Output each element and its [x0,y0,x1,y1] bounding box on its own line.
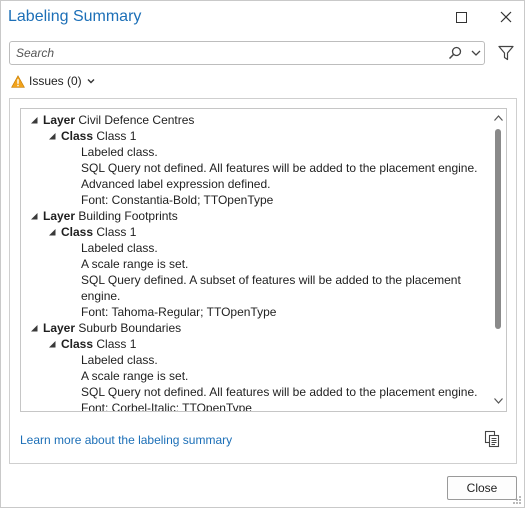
labeling-summary-window: Labeling Summary Issues (0) [0,0,525,508]
search-input[interactable] [10,42,438,64]
detail-text: Labeled class. [81,353,158,367]
detail-text: A scale range is set. [81,369,189,383]
detail-text: SQL Query not defined. All features will… [81,161,478,175]
detail-text: Font: Tahoma-Regular; TTOpenType [81,305,277,319]
close-button[interactable]: Close [447,476,517,500]
filter-icon[interactable] [497,44,515,62]
tree-detail-row: SQL Query not defined. All features will… [21,160,491,176]
maximize-icon [455,11,467,23]
expand-triangle-icon[interactable] [30,324,38,332]
tree-detail-row: Font: Constantia-Bold; TTOpenType [21,192,491,208]
layer-name: Building Footprints [78,209,178,223]
copy-icon[interactable] [483,430,501,448]
tree-class-row: Class Class 1 [21,336,491,352]
close-icon [500,11,512,23]
detail-text: Labeled class. [81,145,158,159]
tree-class-row: Class Class 1 [21,128,491,144]
tree-detail-row: Labeled class. [21,144,491,160]
maximize-button[interactable] [446,5,476,29]
title-bar: Labeling Summary [1,1,524,35]
detail-text: A scale range is set. [81,257,189,271]
tree-detail-row: Labeled class. [21,352,491,368]
tree-layer-row: Layer Civil Defence Centres [21,112,491,128]
expand-triangle-icon[interactable] [30,212,38,220]
expand-triangle-icon[interactable] [48,228,56,236]
tree-detail-row: SQL Query not defined. All features will… [21,384,491,400]
detail-text: Advanced label expression defined. [81,177,271,191]
issues-dropdown[interactable]: Issues (0) [11,72,96,90]
warning-icon [11,74,25,88]
tree-detail-row: Font: Corbel-Italic; TTOpenType [21,400,491,412]
layer-name: Civil Defence Centres [78,113,195,127]
chevron-down-icon [87,79,95,84]
tree-detail-row: engine. [21,288,491,304]
scrollbar-thumb[interactable] [495,129,501,329]
window-title: Labeling Summary [8,8,142,25]
detail-text: Font: Constantia-Bold; TTOpenType [81,193,274,207]
layer-name: Suburb Boundaries [78,321,182,335]
vertical-scrollbar[interactable] [491,109,506,411]
class-name: Class 1 [96,225,137,239]
summary-panel: Layer Civil Defence Centres Class Class 1… [9,98,517,464]
tree-layer-row: Layer Building Footprints [21,208,491,224]
search-icon[interactable] [447,45,463,61]
close-window-button[interactable] [491,5,521,29]
summary-tree: Layer Civil Defence Centres Class Class 1… [20,108,507,412]
search-box [9,41,485,65]
scroll-up-icon[interactable] [494,115,503,121]
expand-triangle-icon[interactable] [48,340,56,348]
tree-detail-row: Labeled class. [21,240,491,256]
layer-keyword: Layer [43,113,76,127]
detail-text: SQL Query not defined. All features will… [81,385,478,399]
tree-detail-row: Advanced label expression defined. [21,176,491,192]
learn-more-link[interactable]: Learn more about the labeling summary [20,433,232,447]
detail-text: SQL Query defined. A subset of features … [81,273,461,287]
detail-text: engine. [81,289,121,303]
detail-text: Font: Corbel-Italic; TTOpenType [81,401,252,412]
tree-detail-row: A scale range is set. [21,368,491,384]
expand-triangle-icon[interactable] [48,132,56,140]
issues-label: Issues (0) [29,74,82,88]
expand-triangle-icon[interactable] [30,116,38,124]
chevron-down-icon[interactable] [468,45,484,61]
class-name: Class 1 [96,129,137,143]
tree-detail-row: Font: Tahoma-Regular; TTOpenType [21,304,491,320]
resize-grip-icon[interactable] [512,495,522,505]
class-keyword: Class [61,337,94,351]
class-keyword: Class [61,225,94,239]
tree-layer-row: Layer Suburb Boundaries [21,320,491,336]
scroll-down-icon[interactable] [494,398,503,404]
tree-class-row: Class Class 1 [21,224,491,240]
tree-content: Layer Civil Defence Centres Class Class 1… [21,112,491,412]
layer-keyword: Layer [43,209,76,223]
layer-keyword: Layer [43,321,76,335]
class-keyword: Class [61,129,94,143]
tree-detail-row: SQL Query defined. A subset of features … [21,272,491,288]
detail-text: Labeled class. [81,241,158,255]
tree-detail-row: A scale range is set. [21,256,491,272]
class-name: Class 1 [96,337,137,351]
